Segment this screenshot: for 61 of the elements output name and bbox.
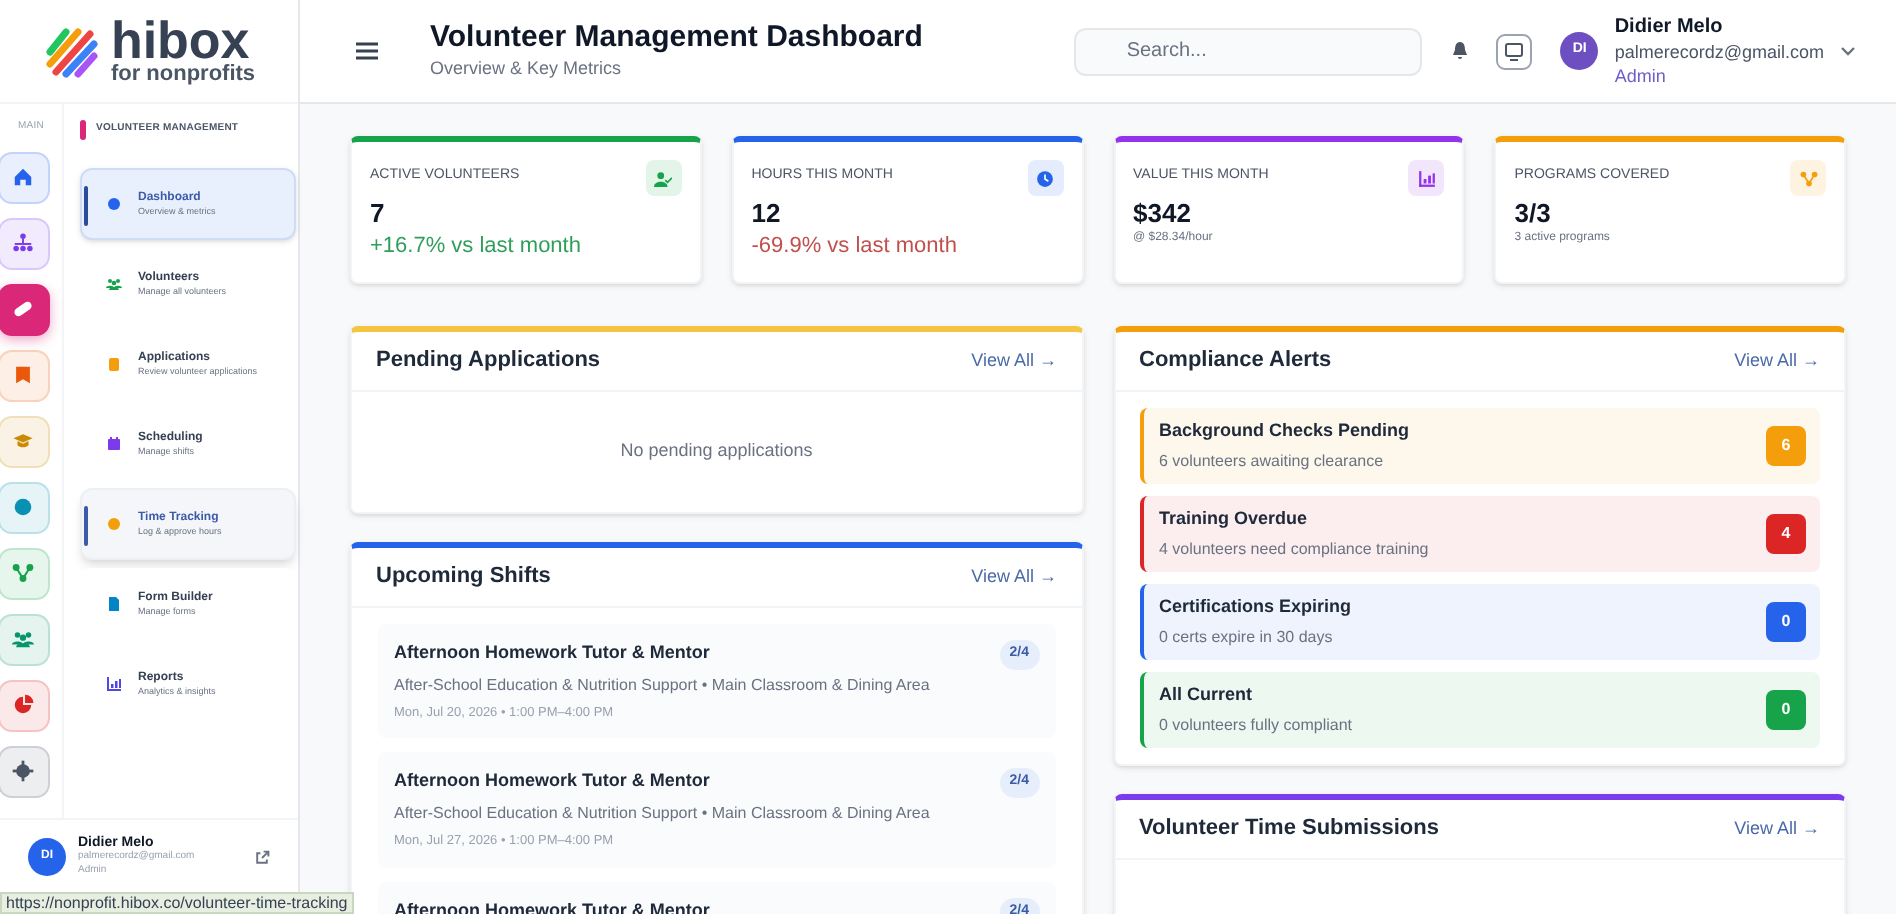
logo-icon bbox=[42, 23, 103, 79]
panel-title: Pending Applications bbox=[376, 346, 601, 377]
alert-count: 6 bbox=[1766, 426, 1806, 466]
page-title: Volunteer Management Dashboard bbox=[430, 18, 923, 57]
people-icon bbox=[12, 628, 34, 650]
alert-detail: 4 volunteers need compliance training bbox=[1159, 537, 1429, 562]
panel-title: Upcoming Shifts bbox=[376, 562, 551, 593]
shift-title: Afternoon Homework Tutor & Mentor bbox=[394, 640, 712, 666]
user-role: Admin bbox=[1614, 63, 1668, 87]
view-all-link[interactable]: View All → bbox=[1734, 815, 1820, 843]
alert-detail: 0 certs expire in 30 days bbox=[1159, 625, 1335, 650]
alert-title: Training Overdue bbox=[1159, 506, 1310, 533]
view-all-link[interactable]: View All → bbox=[971, 347, 1057, 375]
alert-count: 0 bbox=[1766, 690, 1806, 730]
menu-icon[interactable] bbox=[356, 42, 378, 60]
stat-change: -69.9% vs last month bbox=[751, 232, 959, 262]
alert-detail: 0 volunteers fully compliant bbox=[1159, 713, 1352, 738]
external-link-icon[interactable] bbox=[254, 849, 270, 865]
alert-detail: 6 volunteers awaiting clearance bbox=[1159, 449, 1386, 474]
alert-title: All Current bbox=[1159, 682, 1255, 709]
person-check-icon bbox=[654, 169, 673, 187]
panel-title: Compliance Alerts bbox=[1139, 346, 1332, 377]
stat-change: +16.7% vs last month bbox=[370, 232, 583, 262]
capsule-icon bbox=[12, 298, 34, 320]
shift-title: Afternoon Homework Tutor & Mentor bbox=[394, 768, 712, 795]
shift-location: After-School Education & Nutrition Support • Main Classroom & Dining Area bbox=[394, 673, 930, 697]
settings-icon bbox=[12, 760, 34, 782]
hierarchy-icon bbox=[12, 232, 34, 254]
stat-value: 7 bbox=[370, 198, 387, 230]
panel-title: Volunteer Time Submissions bbox=[1139, 814, 1439, 845]
rail-button[interactable] bbox=[0, 283, 49, 335]
user-name: Didier Melo bbox=[1614, 15, 1725, 39]
monitor-icon[interactable] bbox=[1496, 33, 1533, 69]
home-icon bbox=[12, 166, 34, 188]
alert-count: 4 bbox=[1766, 514, 1806, 554]
graduation-cap-icon bbox=[12, 430, 34, 452]
alert-count: 0 bbox=[1766, 602, 1806, 642]
logo-tagline: for nonprofits bbox=[110, 64, 256, 86]
bell-icon[interactable] bbox=[1452, 42, 1469, 60]
shift-location: After-School Education & Nutrition Support • Main Classroom & Dining Area bbox=[394, 801, 930, 826]
alert-title: Background Checks Pending bbox=[1159, 418, 1410, 445]
circle-icon bbox=[12, 496, 34, 518]
stat-value: $342 bbox=[1133, 198, 1193, 230]
view-all-link[interactable]: View All → bbox=[971, 563, 1057, 591]
stat-value: 12 bbox=[751, 198, 783, 230]
section-marker bbox=[80, 120, 86, 140]
stat-value: 3/3 bbox=[1514, 198, 1553, 230]
alert-title: Certifications Expiring bbox=[1159, 594, 1352, 621]
nodes-icon bbox=[12, 562, 34, 584]
clock-icon bbox=[1036, 169, 1054, 187]
bookmark-icon bbox=[12, 364, 34, 386]
empty-message: No pending applications bbox=[618, 438, 815, 465]
status-bar: https://nonprofit.hibox.co/volunteer-time-tracking bbox=[0, 892, 354, 914]
nodes-icon bbox=[1799, 169, 1817, 187]
pie-chart-icon bbox=[12, 694, 34, 716]
page-subtitle: Overview & Key Metrics bbox=[430, 56, 624, 83]
search-field[interactable]: Search... bbox=[1074, 27, 1423, 75]
user-email: palmerecordz@gmail.com bbox=[1614, 39, 1824, 63]
view-all-link[interactable]: View All → bbox=[1734, 347, 1820, 375]
logo-wordmark: hibox bbox=[110, 16, 250, 64]
chevron-down-icon[interactable] bbox=[1840, 46, 1856, 56]
